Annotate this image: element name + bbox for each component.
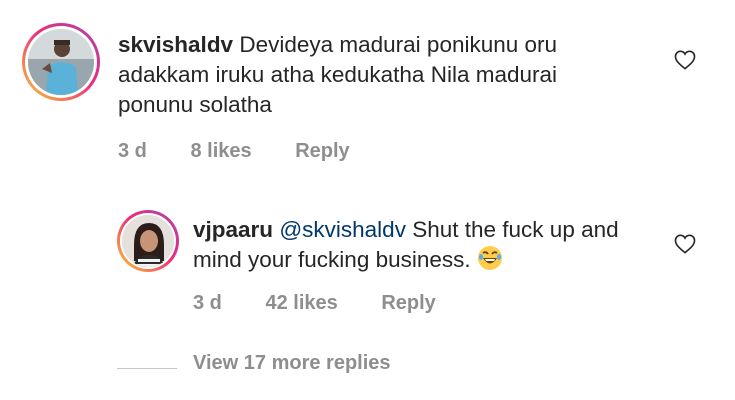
reply-meta: 3 d 42 likes Reply — [193, 292, 474, 315]
comment-likes[interactable]: 8 likes — [190, 140, 251, 162]
profile-photo — [122, 215, 174, 267]
laughing-face-emoji-icon — [477, 246, 502, 270]
avatar-ring-gap — [25, 26, 97, 98]
reply-avatar[interactable] — [117, 210, 179, 272]
commenter-avatar[interactable] — [22, 23, 100, 101]
comment-time: 3 d — [118, 140, 147, 162]
reply-mention-link[interactable]: @skvishaldv — [279, 217, 406, 242]
comment-username[interactable]: skvishaldv — [118, 32, 233, 57]
reply-body: vjpaaru @skvishaldv Shut the fuck up and… — [193, 215, 663, 275]
person-photo-icon — [122, 215, 174, 267]
comment-body: skvishaldv Devideya madurai ponikunu oru… — [118, 30, 618, 120]
view-more-replies-button[interactable]: View 17 more replies — [193, 352, 391, 375]
reply-like-heart-icon[interactable] — [674, 234, 696, 254]
view-replies-divider — [117, 368, 177, 369]
profile-photo — [28, 29, 94, 95]
reply-time: 3 d — [193, 292, 222, 314]
reply-reply-button[interactable]: Reply — [381, 292, 435, 314]
comment-reply-button[interactable]: Reply — [295, 140, 349, 162]
avatar-ring-gap — [120, 213, 176, 269]
comment-meta: 3 d 8 likes Reply — [118, 140, 388, 163]
comment-like-heart-icon[interactable] — [674, 50, 696, 70]
reply-username[interactable]: vjpaaru — [193, 217, 273, 242]
person-photo-icon — [28, 29, 94, 95]
reply-likes[interactable]: 42 likes — [265, 292, 337, 314]
